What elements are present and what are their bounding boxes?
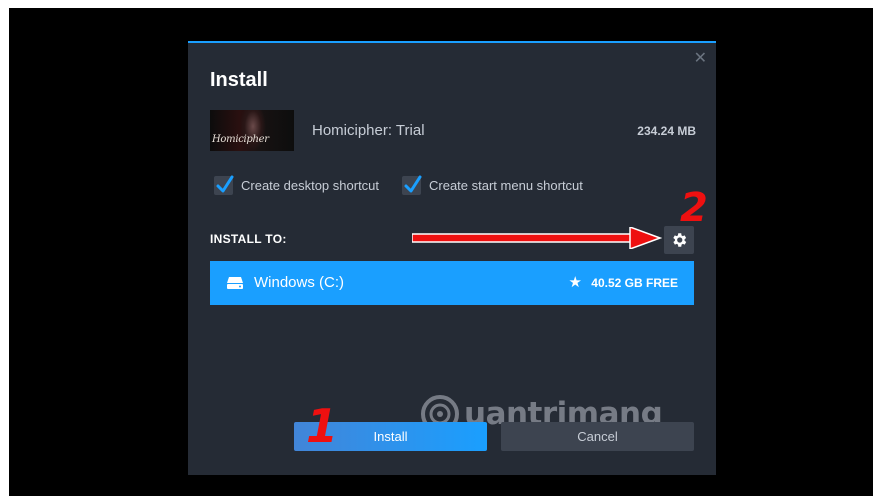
dialog-title: Install xyxy=(210,69,268,91)
step-2-annotation: 2 xyxy=(680,185,708,231)
step-1-annotation: 1 xyxy=(306,399,339,453)
cancel-button[interactable]: Cancel xyxy=(501,422,694,451)
free-space: 40.52 GB FREE xyxy=(591,276,678,290)
desktop-shortcut-label: Create desktop shortcut xyxy=(241,178,380,193)
checkbox-box[interactable] xyxy=(402,175,422,195)
checkmark-icon xyxy=(216,175,234,193)
drive-option-windows-c[interactable]: Windows (C:) ★ 40.52 GB FREE xyxy=(210,261,694,305)
gear-icon xyxy=(673,233,687,247)
game-size: 234.24 MB xyxy=(637,124,696,138)
install-dialog: ✕ Install Homicipher Homicipher: Trial 2… xyxy=(188,41,716,475)
game-name: Homicipher: Trial xyxy=(312,122,425,139)
close-icon[interactable]: ✕ xyxy=(694,50,707,66)
desktop-shortcut-checkbox[interactable]: Create desktop shortcut xyxy=(214,175,380,195)
hard-drive-icon xyxy=(227,277,243,289)
game-row: Homicipher Homicipher: Trial 234.24 MB xyxy=(210,110,696,152)
install-to-label: INSTALL TO: xyxy=(210,232,287,246)
drive-name: Windows (C:) xyxy=(254,274,345,291)
start-menu-shortcut-checkbox[interactable]: Create start menu shortcut xyxy=(402,175,583,195)
star-icon: ★ xyxy=(568,273,582,291)
checkmark-icon xyxy=(404,175,422,193)
thumbnail-logo: Homicipher xyxy=(212,134,269,145)
start-menu-shortcut-label: Create start menu shortcut xyxy=(429,178,583,193)
checkbox-box[interactable] xyxy=(214,175,234,195)
game-thumbnail: Homicipher xyxy=(210,110,294,151)
arrow-right-icon xyxy=(412,227,662,249)
